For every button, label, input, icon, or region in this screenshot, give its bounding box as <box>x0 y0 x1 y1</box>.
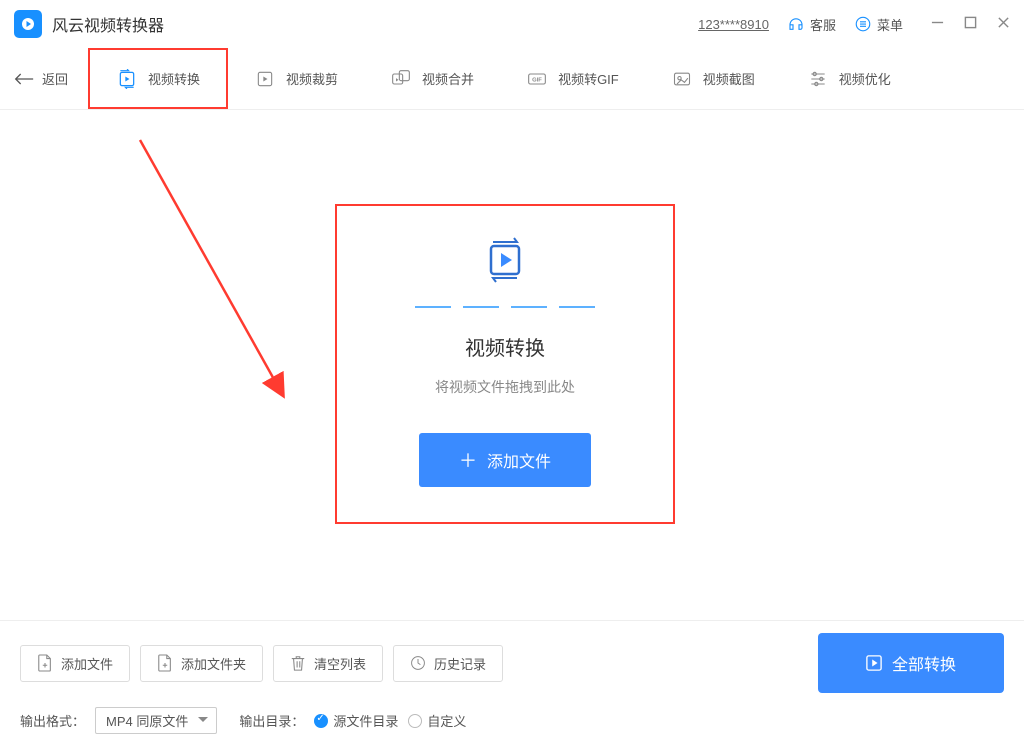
tab-label: 视频转换 <box>148 69 200 88</box>
back-label: 返回 <box>42 69 68 88</box>
tab-label: 视频合并 <box>422 69 474 88</box>
window-maximize-button[interactable] <box>964 16 977 32</box>
arrow-left-icon <box>14 72 34 86</box>
user-id-link[interactable]: 123****8910 <box>698 17 769 32</box>
window-close-button[interactable] <box>997 16 1010 32</box>
radio-unchecked-icon <box>408 714 422 728</box>
add-file-big-button[interactable]: ＋ 添加文件 <box>419 433 591 487</box>
optimize-icon <box>807 68 829 90</box>
radio-custom-dir-label: 自定义 <box>427 711 466 730</box>
main-area: 视频转换 将视频文件拖拽到此处 ＋ 添加文件 <box>0 110 1024 610</box>
output-format-select[interactable]: MP4 同原文件 <box>95 707 217 734</box>
history-button[interactable]: 历史记录 <box>393 645 503 682</box>
output-format-label: 输出格式： <box>20 711 85 730</box>
trash-icon <box>290 654 306 672</box>
history-label: 历史记录 <box>434 654 486 673</box>
annotation-arrow-icon <box>120 130 340 420</box>
tab-video-convert[interactable]: 视频转换 <box>88 48 228 109</box>
radio-checked-icon <box>314 714 328 728</box>
add-file-label: 添加文件 <box>61 654 113 673</box>
back-button[interactable]: 返回 <box>14 69 68 88</box>
file-plus-icon <box>37 654 53 672</box>
bottom-bar: 添加文件 添加文件夹 清空列表 历史记录 全部转换 输出格式： MP4 同原文件… <box>0 620 1024 720</box>
video-convert-large-icon <box>481 236 529 284</box>
clear-list-label: 清空列表 <box>314 654 366 673</box>
minimize-icon <box>931 16 944 29</box>
radio-source-dir-label: 源文件目录 <box>333 711 398 730</box>
screenshot-icon <box>671 68 693 90</box>
tab-video-merge[interactable]: 视频合并 <box>364 48 500 109</box>
add-folder-label: 添加文件夹 <box>181 654 246 673</box>
support-button[interactable]: 客服 <box>787 15 836 34</box>
svg-text:GIF: GIF <box>532 77 542 83</box>
toolbar: 返回 视频转换 视频裁剪 视频合并 GIF 视频转GIF 视频截图 视频优化 <box>0 48 1024 110</box>
convert-all-button[interactable]: 全部转换 <box>818 633 1004 693</box>
add-folder-button[interactable]: 添加文件夹 <box>140 645 263 682</box>
tab-video-to-gif[interactable]: GIF 视频转GIF <box>500 48 645 109</box>
maximize-icon <box>964 16 977 29</box>
merge-icon <box>390 68 412 90</box>
menu-lines-icon <box>854 15 872 33</box>
add-file-big-label: 添加文件 <box>487 448 551 472</box>
folder-plus-icon <box>157 654 173 672</box>
menu-button[interactable]: 菜单 <box>854 15 903 34</box>
add-file-button[interactable]: 添加文件 <box>20 645 130 682</box>
headset-icon <box>787 15 805 33</box>
tab-label: 视频截图 <box>703 69 755 88</box>
window-minimize-button[interactable] <box>931 16 944 32</box>
drop-zone[interactable]: 视频转换 将视频文件拖拽到此处 ＋ 添加文件 <box>335 204 675 524</box>
play-box-icon <box>866 655 882 671</box>
history-icon <box>410 654 426 672</box>
plus-icon: ＋ <box>459 447 477 473</box>
radio-custom-dir[interactable]: 自定义 <box>408 711 466 730</box>
tab-label: 视频转GIF <box>558 69 619 88</box>
tab-video-crop[interactable]: 视频裁剪 <box>228 48 364 109</box>
clear-list-button[interactable]: 清空列表 <box>273 645 383 682</box>
support-label: 客服 <box>810 15 836 34</box>
convert-all-label: 全部转换 <box>892 651 956 675</box>
title-bar: 风云视频转换器 123****8910 客服 菜单 <box>0 0 1024 48</box>
crop-icon <box>254 68 276 90</box>
tab-video-optimize[interactable]: 视频优化 <box>781 48 917 109</box>
close-icon <box>997 16 1010 29</box>
convert-icon <box>116 68 138 90</box>
app-title: 风云视频转换器 <box>52 12 164 36</box>
gif-icon: GIF <box>526 68 548 90</box>
tab-label: 视频裁剪 <box>286 69 338 88</box>
radio-source-dir[interactable]: 源文件目录 <box>314 711 398 730</box>
output-format-value: MP4 同原文件 <box>106 714 188 729</box>
menu-label: 菜单 <box>877 15 903 34</box>
drop-zone-subtitle: 将视频文件拖拽到此处 <box>435 377 575 397</box>
divider-dashes <box>415 306 595 308</box>
output-dir-label: 输出目录： <box>239 711 304 730</box>
tab-label: 视频优化 <box>839 69 891 88</box>
app-logo-icon <box>14 10 42 38</box>
tab-video-screenshot[interactable]: 视频截图 <box>645 48 781 109</box>
drop-zone-title: 视频转换 <box>465 332 545 361</box>
